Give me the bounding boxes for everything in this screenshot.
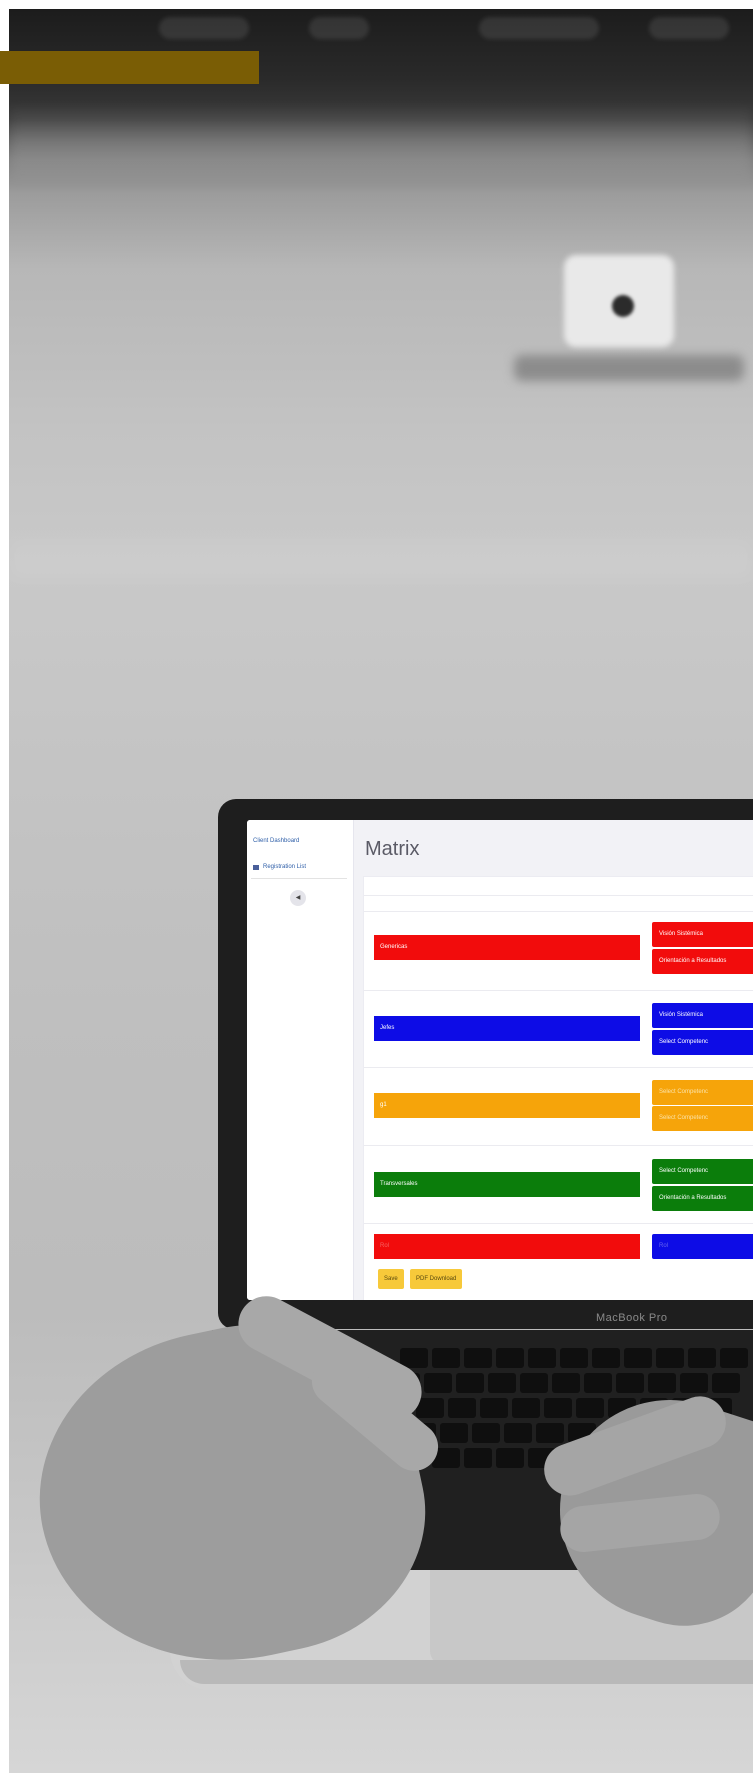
keyboard-key (496, 1448, 524, 1468)
keyboard-key (656, 1348, 684, 1368)
competence-select[interactable]: Orientación a Resultados (652, 1186, 753, 1211)
keyboard-key (720, 1348, 748, 1368)
competence-select[interactable]: Select Competenc (652, 1030, 753, 1055)
keyboard-key (480, 1398, 508, 1418)
keyboard-key (616, 1373, 644, 1393)
competence-select[interactable]: Visión Sistémica (652, 922, 753, 947)
competence-select[interactable]: Select Competenc (652, 1080, 753, 1105)
sidebar-collapse-button[interactable]: ◀ (290, 890, 306, 906)
list-icon (253, 864, 259, 870)
laptop-brand-label: MacBook Pro (596, 1312, 668, 1324)
keyboard-key (512, 1398, 540, 1418)
keyboard-key (416, 1398, 444, 1418)
group-bar-rol[interactable]: Rol (374, 1234, 640, 1259)
bokeh-light (479, 17, 599, 39)
competence-select[interactable]: Select Competenc (652, 1106, 753, 1131)
cube-speaker-hole (612, 295, 634, 317)
sidebar-divider (251, 878, 347, 879)
sidebar-item-registration[interactable]: Registration List (253, 864, 306, 870)
competence-select[interactable]: Rol (652, 1234, 753, 1259)
group-bar-label: Rol (380, 1243, 390, 1249)
row-divider (364, 895, 753, 896)
sidebar-dashboard-link[interactable]: Client Dashboard (253, 838, 299, 844)
keyboard-key (448, 1398, 476, 1418)
group-bar-genericas[interactable]: Genericas (374, 935, 640, 960)
keyboard-key (552, 1373, 580, 1393)
group-bar-jefes[interactable]: Jefes (374, 1016, 640, 1041)
keyboard-key (504, 1423, 532, 1443)
pdf-download-button[interactable]: PDF Download (410, 1269, 463, 1289)
keyboard-key (488, 1373, 516, 1393)
row-divider (364, 911, 753, 912)
keyboard-key (680, 1373, 708, 1393)
bokeh-light (309, 17, 369, 39)
keyboard-key (520, 1373, 548, 1393)
row-divider (364, 1223, 753, 1224)
accent-bar (0, 51, 259, 84)
competence-select[interactable]: Visión Sistémica (652, 1003, 753, 1028)
laptop-front-edge (180, 1660, 753, 1684)
keyboard-key (464, 1348, 492, 1368)
keyboard-key (472, 1423, 500, 1443)
bokeh-light (159, 17, 249, 39)
competence-select[interactable]: Orientación a Resultados (652, 949, 753, 974)
blurred-desk (9, 539, 753, 579)
row-divider (364, 1145, 753, 1146)
row-divider (364, 1067, 753, 1068)
keyboard-key (424, 1373, 452, 1393)
bokeh-light (649, 17, 729, 39)
keyboard-key (624, 1348, 652, 1368)
keyboard-key (576, 1398, 604, 1418)
keyboard-key (496, 1348, 524, 1368)
keyboard-key (456, 1373, 484, 1393)
blurred-shelf (9, 109, 753, 179)
keyboard-key (592, 1348, 620, 1368)
keyboard-key (584, 1373, 612, 1393)
keyboard-key (440, 1423, 468, 1443)
row-divider (364, 990, 753, 991)
laptop-screen: Client Dashboard Registration List ◀ Mat… (247, 820, 753, 1300)
main-content: Matrix Genericas Visión Sistémica Orient… (353, 820, 753, 1300)
chevron-left-icon: ◀ (295, 895, 301, 901)
keyboard-key (464, 1448, 492, 1468)
keyboard-key (544, 1398, 572, 1418)
competence-select[interactable]: Select Competenc (652, 1159, 753, 1184)
keyboard-key (712, 1373, 740, 1393)
group-bar-g1[interactable]: g1 (374, 1093, 640, 1118)
keyboard-key (432, 1348, 460, 1368)
page-title: Matrix (365, 838, 420, 860)
sidebar: Client Dashboard Registration List ◀ (247, 820, 354, 1300)
save-button[interactable]: Save (378, 1269, 404, 1289)
keyboard-key (528, 1348, 556, 1368)
keyboard-key (688, 1348, 716, 1368)
group-bar-transversales[interactable]: Transversales (374, 1172, 640, 1197)
keyboard-key (648, 1373, 676, 1393)
sidebar-item-label: Registration List (263, 864, 307, 870)
matrix-card: Genericas Visión Sistémica Orientación a… (363, 876, 753, 1300)
keyboard-key (560, 1348, 588, 1368)
cube-shadow (514, 355, 744, 381)
keyboard-key (536, 1423, 564, 1443)
competence-label: Rol (659, 1243, 669, 1249)
